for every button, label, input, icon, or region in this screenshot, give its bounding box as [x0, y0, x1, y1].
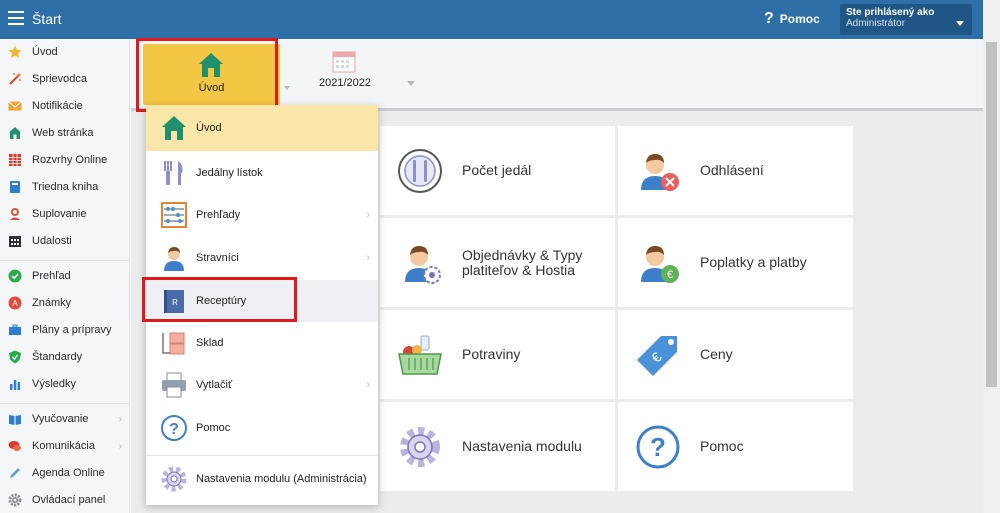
user-menu[interactable]: Ste prihlásený ako Administrátor: [840, 4, 972, 35]
sidebar-item-notifikacie[interactable]: Notifikácie: [0, 93, 130, 119]
sidebar-item-suplovanie[interactable]: Suplovanie: [0, 201, 130, 227]
sidebar-item-standardy[interactable]: Štandardy: [0, 344, 130, 370]
svg-text:?: ?: [650, 432, 666, 462]
shield-check-icon: [8, 350, 22, 364]
user-logged-as-label: Ste prihlásený ako: [846, 7, 935, 18]
calendar-icon: [332, 51, 356, 73]
top-bar: Štart ? Pomoc Ste prihlásený ako Adminis…: [0, 0, 983, 39]
dropdown-item-pomoc[interactable]: ? Pomoc: [146, 406, 378, 450]
pen-icon: [8, 466, 22, 480]
dropdown-item-vytlacit[interactable]: Vytlačiť ›: [146, 364, 378, 406]
sidebar-item-znamky[interactable]: A Známky: [0, 290, 130, 316]
tile-nastavenia-modulu[interactable]: Nastavenia modulu: [380, 402, 615, 491]
tile-ceny[interactable]: € Ceny: [618, 310, 853, 399]
vertical-scrollbar[interactable]: [983, 0, 1000, 513]
grocery-basket-icon: [396, 331, 444, 379]
user-role: Administrátor: [846, 18, 905, 29]
briefcase-icon: [8, 323, 22, 337]
sidebar-item-komunikacia[interactable]: Komunikácia ›: [0, 433, 130, 459]
gear-icon: [8, 493, 22, 507]
abacus-icon: [160, 201, 188, 229]
chevron-right-icon: ›: [366, 252, 370, 264]
person-euro-icon: €: [634, 239, 682, 287]
question-icon: ?: [764, 10, 774, 27]
sidebar-item-triedna-kniha[interactable]: Triedna kniha: [0, 174, 130, 200]
person-icon: [8, 207, 22, 221]
chevron-down-icon: [284, 86, 290, 90]
module-school-year-label: 2021/2022: [319, 77, 371, 89]
tile-pomoc[interactable]: ? Pomoc: [618, 402, 853, 491]
sidebar-item-udalosti[interactable]: Udalosti: [0, 228, 130, 254]
highlight-box-uvod: [136, 38, 278, 112]
page-title: Štart: [32, 11, 62, 27]
sidebar-divider: [0, 403, 129, 404]
plate-cutlery-icon: [396, 147, 444, 195]
calendar-icon: [8, 234, 22, 248]
sidebar-item-plany-a-pripravy[interactable]: Plány a prípravy: [0, 317, 130, 343]
chevron-right-icon: ›: [118, 413, 122, 425]
tile-pocet-jedal[interactable]: Počet jedál: [380, 126, 615, 215]
cutlery-icon: [160, 159, 188, 187]
envelope-icon: [8, 99, 22, 113]
sidebar-item-uvod[interactable]: Úvod: [0, 39, 130, 65]
sidebar-item-prehlad[interactable]: Prehľad: [0, 263, 130, 289]
sidebar-item-agenda-online[interactable]: Agenda Online: [0, 460, 130, 486]
dropdown-item-stravnici[interactable]: Stravníci ›: [146, 236, 378, 280]
dropdown-item-uvod[interactable]: Úvod: [146, 105, 378, 151]
wand-icon: [8, 72, 22, 86]
chevron-down-icon[interactable]: [407, 81, 415, 86]
bar-chart-icon: [8, 377, 22, 391]
boxes-icon: [160, 329, 188, 357]
star-icon: [8, 45, 22, 59]
dropdown-item-jedalny-listok[interactable]: Jedálny lístok: [146, 152, 378, 194]
dropdown-item-nastavenia-modulu[interactable]: Nastavenia modulu (Administrácia): [146, 457, 378, 501]
sidebar: Úvod Sprievodca Notifikácie Web stránka …: [0, 39, 130, 513]
chevron-right-icon: ›: [366, 209, 370, 221]
help-icon: ?: [634, 423, 682, 471]
sidebar-item-vyucovanie[interactable]: Vyučovanie ›: [0, 406, 130, 432]
dropdown-item-prehlady[interactable]: Prehľady ›: [146, 194, 378, 236]
printer-icon: [160, 371, 188, 399]
sidebar-item-web-stranka[interactable]: Web stránka: [0, 120, 130, 146]
person-remove-icon: [634, 147, 682, 195]
module-school-year-button[interactable]: 2021/2022: [301, 49, 451, 99]
sidebar-divider: [0, 260, 129, 261]
dropdown-divider: [146, 455, 378, 456]
svg-text:€: €: [667, 269, 673, 281]
hamburger-menu-icon[interactable]: [8, 11, 24, 25]
chat-icon: [8, 439, 22, 453]
svg-text:?: ?: [169, 421, 179, 438]
gear-icon: [396, 423, 444, 471]
book-icon: [8, 180, 22, 194]
gear-icon: [160, 465, 188, 493]
open-book-icon: [8, 412, 22, 426]
person-gear-icon: [396, 239, 444, 287]
tile-potraviny[interactable]: Potraviny: [380, 310, 615, 399]
chevron-right-icon: ›: [366, 379, 370, 391]
chevron-right-icon: ›: [118, 440, 122, 452]
help-button[interactable]: ? Pomoc: [764, 10, 820, 28]
svg-text:A: A: [12, 299, 18, 308]
grade-icon: A: [8, 296, 22, 310]
sidebar-item-ovladaci-panel[interactable]: Ovládací panel: [0, 487, 130, 513]
sidebar-item-vysledky[interactable]: Výsledky: [0, 371, 130, 397]
timetable-icon: [8, 153, 22, 167]
sidebar-item-rozvrhy-online[interactable]: Rozvrhy Online: [0, 147, 130, 173]
dropdown-item-sklad[interactable]: Sklad: [146, 322, 378, 364]
check-icon: [8, 269, 22, 283]
help-icon: ?: [160, 414, 188, 442]
price-tag-icon: €: [634, 331, 682, 379]
tile-odhlaseni[interactable]: Odhlásení: [618, 126, 853, 215]
person-icon: [160, 244, 188, 272]
home-icon: [160, 114, 188, 142]
tile-poplatky-a-platby[interactable]: € Poplatky a platby: [618, 218, 853, 307]
sidebar-item-sprievodca[interactable]: Sprievodca: [0, 66, 130, 92]
help-label: Pomoc: [779, 12, 820, 26]
scrollbar-thumb[interactable]: [986, 42, 997, 387]
highlight-box-receptury: [142, 277, 297, 322]
tile-objednavky[interactable]: Objednávky & Typy platiteľov & Hostia: [380, 218, 615, 307]
home-icon: [8, 126, 22, 140]
chevron-down-icon: [956, 21, 964, 26]
